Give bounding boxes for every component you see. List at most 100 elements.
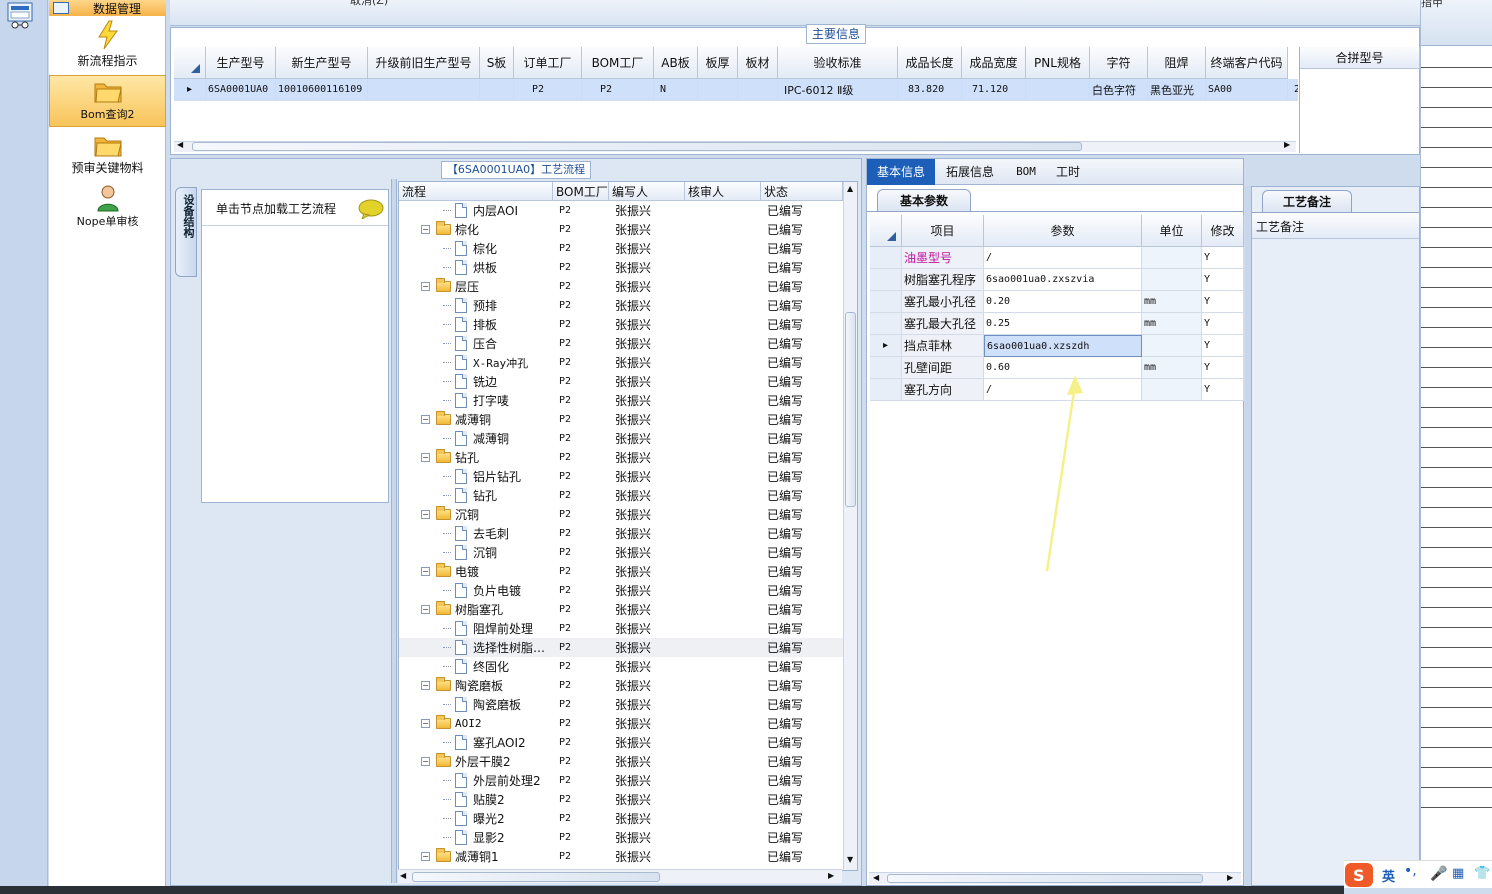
column-header[interactable]: 字符: [1090, 47, 1148, 79]
param-cell-unit[interactable]: [1142, 379, 1202, 401]
param-cell-unit[interactable]: mm: [1142, 357, 1202, 379]
tree-vscroll[interactable]: ▲ ▼: [843, 182, 857, 870]
column-header[interactable]: 生产型号: [206, 47, 276, 79]
collapse-toggle-icon[interactable]: −: [421, 852, 430, 861]
column-header[interactable]: 阻焊: [1148, 47, 1206, 79]
scroll-right-icon[interactable]: ▶: [1227, 873, 1233, 882]
scroll-thumb[interactable]: [845, 312, 856, 507]
scroll-thumb[interactable]: [412, 872, 660, 882]
param-column-header[interactable]: 修改: [1202, 215, 1244, 247]
microphone-icon[interactable]: 🎤: [1430, 866, 1447, 882]
tree-leaf-row[interactable]: 贴膜2 P2 张振兴 已编写: [399, 790, 843, 809]
pane-splitter[interactable]: [391, 179, 397, 883]
param-cell-value[interactable]: /: [984, 247, 1142, 269]
grid-corner[interactable]: [870, 215, 902, 247]
remark-tab[interactable]: 工艺备注: [1262, 190, 1352, 212]
scroll-thumb[interactable]: [887, 874, 1203, 883]
param-cell-modify[interactable]: Y: [1202, 247, 1244, 269]
param-row[interactable]: 塞孔最小孔径 0.20 mm Y: [870, 291, 1244, 313]
tab-basic-info[interactable]: 基本信息: [867, 159, 935, 185]
table-cell[interactable]: [698, 79, 738, 101]
tree-hscroll[interactable]: ◀ ▶: [398, 869, 842, 883]
row-indicator-icon[interactable]: ▸: [870, 335, 902, 357]
shirt-icon[interactable]: 👕: [1474, 866, 1490, 881]
param-cell-value[interactable]: 6sao001ua0.zxszvia: [984, 269, 1142, 291]
param-row[interactable]: ▸ 挡点菲林 6sao001ua0.xzszdh Y: [870, 335, 1244, 357]
merge-column-header[interactable]: 合拼型号: [1300, 47, 1420, 69]
tree-leaf-row[interactable]: 去毛刺 P2 张振兴 已编写: [399, 524, 843, 543]
tree-leaf-row[interactable]: 终固化 P2 张振兴 已编写: [399, 657, 843, 676]
tree-leaf-row[interactable]: 烘板 P2 张振兴 已编写: [399, 258, 843, 277]
ime-lang[interactable]: 英: [1382, 866, 1395, 885]
app-icon[interactable]: [6, 2, 34, 30]
tree-column-header[interactable]: 状态: [761, 182, 843, 201]
param-cell-value[interactable]: 6sao001ua0.xzszdh: [984, 335, 1142, 357]
tree-group-row[interactable]: − 外层干膜2 P2 张振兴 已编写: [399, 752, 843, 771]
collapse-toggle-icon[interactable]: −: [421, 510, 430, 519]
param-cell-modify[interactable]: Y: [1202, 357, 1244, 379]
table-cell[interactable]: 6SA0001UA0: [206, 79, 276, 101]
cancel-menu-item[interactable]: 取消(Z): [350, 0, 388, 8]
tree-group-row[interactable]: − 电镀 P2 张振兴 已编写: [399, 562, 843, 581]
column-header[interactable]: 板材: [738, 47, 778, 79]
tree-column-header[interactable]: 流程: [399, 182, 553, 201]
column-header[interactable]: 板厚: [698, 47, 738, 79]
param-cell-value[interactable]: 0.20: [984, 291, 1142, 313]
tree-column-header[interactable]: 核审人: [685, 182, 761, 201]
tree-leaf-row[interactable]: 外层前处理2 P2 张振兴 已编写: [399, 771, 843, 790]
collapse-toggle-icon[interactable]: −: [421, 567, 430, 576]
sidebar-header[interactable]: 数据管理: [49, 0, 166, 16]
subtab-basic-params[interactable]: 基本参数: [877, 189, 971, 211]
param-column-header[interactable]: 单位: [1142, 215, 1202, 247]
side-tab-equipment[interactable]: 设备结构: [175, 187, 197, 277]
tree-group-row[interactable]: − 树脂塞孔 P2 张振兴 已编写: [399, 600, 843, 619]
keyboard-icon[interactable]: ▦: [1452, 866, 1464, 881]
tree-leaf-row[interactable]: 曝光2 P2 张振兴 已编写: [399, 809, 843, 828]
tree-leaf-row[interactable]: 减薄铜 P2 张振兴 已编写: [399, 429, 843, 448]
table-cell[interactable]: [1026, 79, 1090, 101]
table-cell[interactable]: 71.120: [962, 79, 1026, 101]
tree-leaf-row[interactable]: 阻焊前处理 P2 张振兴 已编写: [399, 619, 843, 638]
param-cell-modify[interactable]: Y: [1202, 269, 1244, 291]
tree-group-row[interactable]: − 减薄铜 P2 张振兴 已编写: [399, 410, 843, 429]
table-cell[interactable]: [368, 79, 480, 101]
param-column-header[interactable]: 参数: [984, 215, 1142, 247]
param-cell-unit[interactable]: mm: [1142, 313, 1202, 335]
scroll-left-icon[interactable]: ◀: [177, 140, 183, 149]
collapse-toggle-icon[interactable]: −: [421, 681, 430, 690]
collapse-toggle-icon[interactable]: −: [421, 282, 430, 291]
tree-group-row[interactable]: − 棕化 P2 张振兴 已编写: [399, 220, 843, 239]
row-indicator-icon[interactable]: [870, 291, 902, 313]
param-column-header[interactable]: 项目: [902, 215, 984, 247]
detail-hscroll[interactable]: ◀ ▶: [869, 872, 1241, 884]
tree-leaf-row[interactable]: 压合 P2 张振兴 已编写: [399, 334, 843, 353]
collapse-toggle-icon[interactable]: −: [421, 453, 430, 462]
tab-extended-info[interactable]: 拓展信息: [935, 159, 1005, 185]
param-cell-modify[interactable]: Y: [1202, 379, 1244, 401]
tree-leaf-row[interactable]: 钻孔 P2 张振兴 已编写: [399, 486, 843, 505]
tab-labor-hours[interactable]: 工时: [1047, 159, 1089, 185]
tree-leaf-row[interactable]: 内层AOI P2 张振兴 已编写: [399, 201, 843, 220]
table-cell[interactable]: N: [654, 79, 698, 101]
table-cell[interactable]: 黑色亚光: [1148, 79, 1206, 101]
table-cell[interactable]: [480, 79, 514, 101]
collapse-toggle-icon[interactable]: −: [421, 225, 430, 234]
param-row[interactable]: 油墨型号 / Y: [870, 247, 1244, 269]
grid-corner[interactable]: [174, 47, 206, 79]
tab-bom[interactable]: BOM: [1005, 159, 1047, 185]
tree-leaf-row[interactable]: 显影2 P2 张振兴 已编写: [399, 828, 843, 847]
collapse-toggle-icon[interactable]: −: [421, 415, 430, 424]
param-cell-unit[interactable]: [1142, 269, 1202, 291]
tree-leaf-row[interactable]: 预排 P2 张振兴 已编写: [399, 296, 843, 315]
tree-leaf-row[interactable]: 塞孔AOI2 P2 张振兴 已编写: [399, 733, 843, 752]
param-row[interactable]: 树脂塞孔程序 6sao001ua0.zxszvia Y: [870, 269, 1244, 291]
table-cell[interactable]: P2: [582, 79, 654, 101]
table-cell[interactable]: 10010600116109: [276, 79, 368, 101]
sidebar-item-nope-review[interactable]: Nope单审核: [49, 184, 166, 236]
param-row[interactable]: 塞孔最大孔径 0.25 mm Y: [870, 313, 1244, 335]
param-cell-modify[interactable]: Y: [1202, 291, 1244, 313]
scroll-left-icon[interactable]: ◀: [400, 871, 406, 880]
column-header[interactable]: 新生产型号: [276, 47, 368, 79]
scroll-right-icon[interactable]: ▶: [828, 871, 834, 880]
column-header[interactable]: 升级前旧生产型号: [368, 47, 480, 79]
